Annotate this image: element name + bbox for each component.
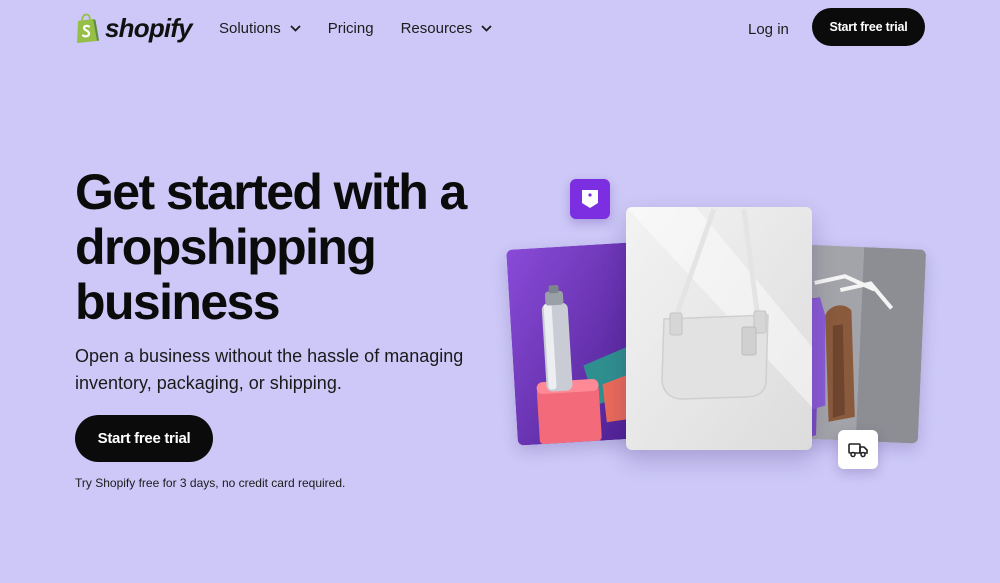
hero-start-trial-button[interactable]: Start free trial xyxy=(75,415,213,462)
chevron-down-icon xyxy=(290,25,301,32)
nav-item-resources[interactable]: Resources xyxy=(401,20,493,37)
truck-icon xyxy=(848,442,868,457)
nav-item-label: Pricing xyxy=(327,20,374,37)
nav-item-pricing[interactable]: Pricing xyxy=(328,20,374,37)
shipping-badge xyxy=(838,430,878,469)
white-handbag-photo xyxy=(626,207,812,450)
hero-headline: Get started with a dropshipping business xyxy=(75,164,467,330)
shopify-bag-icon xyxy=(77,13,99,43)
nav-start-trial-button[interactable]: Start free trial xyxy=(812,8,925,46)
nav-item-label: Solutions xyxy=(219,20,281,37)
brand-wordmark: shopify xyxy=(105,13,193,43)
top-navigation: shopify Solutions Pricing Resources Log … xyxy=(0,0,1000,58)
trial-disclaimer: Try Shopify free for 3 days, no credit c… xyxy=(75,476,346,490)
hero-subtitle: Open a business without the hassle of ma… xyxy=(75,346,464,393)
main-menu: Solutions Pricing Resources xyxy=(219,20,519,37)
nav-item-label: Resources xyxy=(400,20,473,37)
nav-item-solutions[interactable]: Solutions xyxy=(219,20,301,37)
skincare-bottle-photo xyxy=(506,242,644,446)
chevron-down-icon xyxy=(481,25,492,32)
shopify-logo[interactable]: shopify xyxy=(74,13,193,44)
clothing-on-hangers-photo xyxy=(793,244,927,444)
tag-icon xyxy=(582,190,598,208)
product-tag-badge xyxy=(570,179,610,219)
login-link[interactable]: Log in xyxy=(748,21,789,38)
